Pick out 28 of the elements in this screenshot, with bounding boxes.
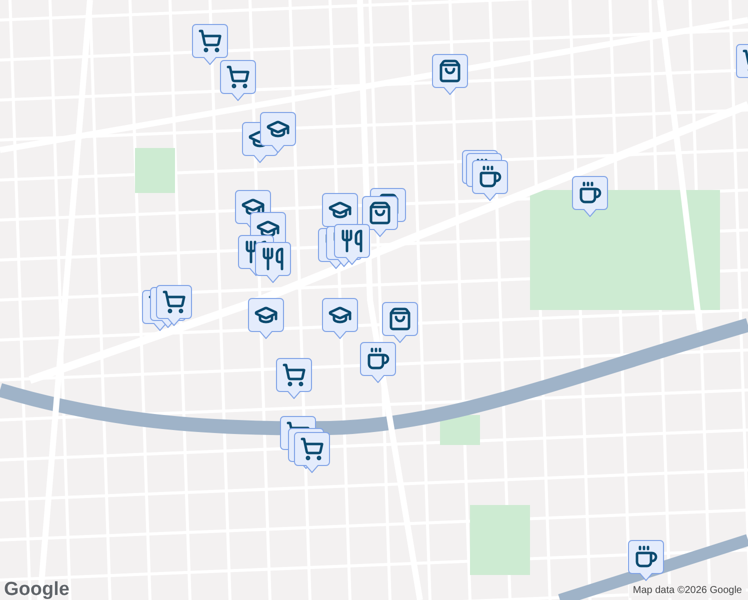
fork-knife-icon bbox=[244, 240, 268, 264]
shopping-bag-icon bbox=[368, 201, 392, 225]
map-marker[interactable] bbox=[362, 196, 398, 237]
shopping-cart-icon bbox=[198, 29, 222, 53]
shopping-bag-icon bbox=[388, 307, 412, 331]
map-marker[interactable] bbox=[322, 298, 358, 339]
map-marker[interactable] bbox=[192, 24, 228, 65]
map-marker[interactable] bbox=[248, 298, 284, 339]
map-marker[interactable] bbox=[360, 342, 396, 383]
map-marker[interactable] bbox=[572, 176, 608, 217]
shopping-cart-icon bbox=[226, 65, 250, 89]
map-attribution: Map data ©2026 Google bbox=[628, 584, 746, 598]
google-logo: Google bbox=[4, 578, 70, 600]
map-marker[interactable] bbox=[472, 160, 508, 201]
shopping-cart-icon bbox=[282, 363, 306, 387]
map-marker[interactable] bbox=[432, 54, 468, 95]
coffee-cup-icon bbox=[578, 181, 602, 205]
map-marker[interactable] bbox=[276, 358, 312, 399]
coffee-cup-icon bbox=[366, 347, 390, 371]
shopping-bag-icon bbox=[438, 59, 462, 83]
map-marker[interactable] bbox=[382, 302, 418, 343]
map-marker[interactable] bbox=[255, 242, 291, 283]
coffee-cup-icon bbox=[478, 165, 502, 189]
map-marker[interactable] bbox=[260, 112, 296, 153]
fork-knife-icon bbox=[261, 247, 285, 271]
map-marker[interactable] bbox=[220, 60, 256, 101]
map-marker[interactable] bbox=[628, 540, 664, 581]
coffee-cup-icon bbox=[634, 545, 658, 569]
